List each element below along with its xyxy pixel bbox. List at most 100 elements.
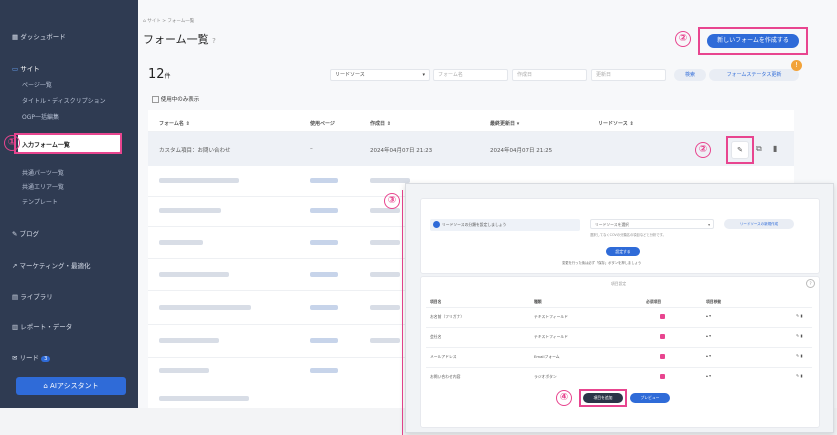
help-icon[interactable]: ? <box>806 279 815 288</box>
notification-icon[interactable]: ! <box>791 60 802 71</box>
lead-source-select[interactable]: リードソース ▾ <box>330 69 430 81</box>
page-title-text: フォーム一覧 <box>143 33 209 46</box>
sidebar-item-dashboard[interactable]: ▦ ダッシュボード <box>12 31 66 41</box>
created-date-input[interactable]: 作成日 <box>512 69 587 81</box>
page-title: フォーム一覧 ? <box>143 31 216 47</box>
sidebar-report-label: レポート・データ <box>20 323 73 331</box>
help-icon[interactable]: ? <box>212 37 216 45</box>
blurred-cell <box>310 368 338 373</box>
row-actions[interactable]: ✎ ▮ <box>796 353 802 358</box>
sidebar-lead-label: リード <box>19 354 40 362</box>
breadcrumb-text: サイト > フォーム一覧 <box>147 19 195 24</box>
annotation-1: ① <box>4 135 20 151</box>
row-actions[interactable]: ✎ ▮ <box>796 333 802 338</box>
blurred-row-7 <box>159 368 209 373</box>
annotation-2-row: ② <box>695 142 711 158</box>
required-checkbox[interactable] <box>660 334 665 339</box>
field-row-name: お問い合わせ内容 <box>430 374 461 379</box>
ov-col-move: 項目移動 <box>706 299 722 304</box>
row-actions[interactable]: ✎ ▮ <box>796 313 802 318</box>
col-header-updated[interactable]: 最終更新日 ▾ <box>490 120 519 127</box>
field-row-name: メールアドレス <box>430 354 457 359</box>
field-row-type: テキストフィールド <box>534 314 568 319</box>
preview-button[interactable]: プレビュー <box>630 393 670 403</box>
ov-col-required: 必須項目 <box>646 299 662 304</box>
annotation-3: ③ <box>384 193 400 209</box>
blurred-cell <box>370 178 410 183</box>
lead-hint: 選択してなくCOVの分類名の項目などと分析です。 <box>590 233 666 237</box>
sidebar-item-pages[interactable]: ページ一覧 <box>22 80 52 89</box>
blurred-cell <box>310 178 338 183</box>
search-button[interactable]: 検索 <box>674 69 706 81</box>
copy-icon[interactable]: ⧉ <box>756 144 762 154</box>
sidebar-item-report[interactable]: ▥ レポート・データ <box>12 321 72 331</box>
blurred-cell <box>370 338 400 343</box>
blurred-cell <box>310 338 338 343</box>
form-count-number: 12 <box>148 67 165 82</box>
move-arrows-icon[interactable]: ▴ ▾ <box>706 313 711 318</box>
ov-col-name: 項目名 <box>430 299 442 304</box>
sidebar-item-ogp[interactable]: OGP一括編集 <box>22 112 59 121</box>
col-header-form-name[interactable]: フォーム名 ⇕ <box>159 120 190 127</box>
edit-icon[interactable]: ✎ <box>731 141 749 159</box>
lead-source-dropdown[interactable]: リードソースを選択 ▾ <box>590 219 714 229</box>
form-status-update-button[interactable]: フォームステータス更新 <box>709 69 799 81</box>
lead-source-create-button[interactable]: リードソースの新規作成 <box>724 219 794 229</box>
sidebar-item-templates[interactable]: テンプレート <box>22 197 58 206</box>
form-count-unit: 件 <box>164 73 171 80</box>
move-arrows-icon[interactable]: ▴ ▾ <box>706 353 711 358</box>
blurred-row-4 <box>159 272 229 277</box>
trash-icon[interactable]: ▮ <box>773 144 777 153</box>
blurred-row-6 <box>159 338 219 343</box>
col-header-created[interactable]: 作成日 ⇕ <box>370 120 391 127</box>
updated-date-input[interactable]: 更新日 <box>591 69 666 81</box>
divider <box>426 307 812 308</box>
add-field-button[interactable]: 項目を追加 <box>583 393 623 403</box>
create-form-button[interactable]: 新しいフォームを作成する <box>707 34 799 48</box>
only-in-use-label: 使用中のみ表示 <box>160 97 200 103</box>
blurred-row-2 <box>159 208 221 213</box>
col-header-lead-source[interactable]: リードソース ⇕ <box>598 120 634 127</box>
required-checkbox[interactable] <box>660 354 665 359</box>
sidebar-marketing-label: マーケティング・最適化 <box>19 262 91 270</box>
sidebar-item-common-parts[interactable]: 共通パーツ一覧 <box>22 168 64 177</box>
blurred-cell <box>310 272 338 277</box>
ai-button-label: AIアシスタント <box>50 382 99 390</box>
move-arrows-icon[interactable]: ▴ ▾ <box>706 373 711 378</box>
chevron-down-icon: ▾ <box>422 72 425 78</box>
divider <box>426 367 812 368</box>
blurred-cell <box>370 272 400 277</box>
field-row-name: 会社名 <box>430 334 442 339</box>
move-arrows-icon[interactable]: ▴ ▾ <box>706 333 711 338</box>
info-icon <box>433 221 440 228</box>
chevron-down-icon: ▾ <box>708 222 710 227</box>
row-actions[interactable]: ✎ ▮ <box>796 373 802 378</box>
sidebar-item-site[interactable]: ▭ サイト <box>12 63 40 73</box>
sidebar-dashboard-label: ダッシュボード <box>20 33 66 41</box>
sidebar-item-marketing[interactable]: ↗ マーケティング・最適化 <box>12 260 91 270</box>
blurred-row-5 <box>159 305 251 310</box>
sidebar-item-library[interactable]: ▤ ライブラリ <box>12 291 53 301</box>
connector-line <box>402 190 403 435</box>
blurred-row-8 <box>159 396 249 401</box>
sidebar-item-lead[interactable]: ✉ リード 3 <box>12 352 51 362</box>
required-checkbox[interactable] <box>660 374 665 379</box>
annotation-2-top: ② <box>675 31 691 47</box>
blurred-row-3 <box>159 240 203 245</box>
form-name-input[interactable]: フォーム名 <box>433 69 508 81</box>
sidebar-item-common-area[interactable]: 共通エリア一覧 <box>22 182 64 191</box>
blurred-cell <box>310 208 338 213</box>
divider <box>426 327 812 328</box>
only-in-use-toggle[interactable]: 使用中のみ表示 <box>152 95 199 103</box>
sidebar-item-blog[interactable]: ✎ ブログ <box>12 228 39 238</box>
lead-source-select-text: リードソース <box>335 72 365 78</box>
field-row-type: Emailフォーム <box>534 354 560 359</box>
set-button[interactable]: 設定する <box>606 247 640 256</box>
lead-source-prompt: リードソースの分類を設定しましょう <box>430 219 580 231</box>
sidebar-site-label: サイト <box>20 65 40 73</box>
ai-assistant-button[interactable]: ⌂ AIアシスタント <box>16 377 126 395</box>
field-row-name: お名前（フリガナ） <box>430 314 465 319</box>
sidebar-item-title-desc[interactable]: タイトル・ディスクリプション <box>22 96 106 105</box>
required-checkbox[interactable] <box>660 314 665 319</box>
lead-prompt-text: リードソースの分類を設定しましょう <box>442 222 507 227</box>
